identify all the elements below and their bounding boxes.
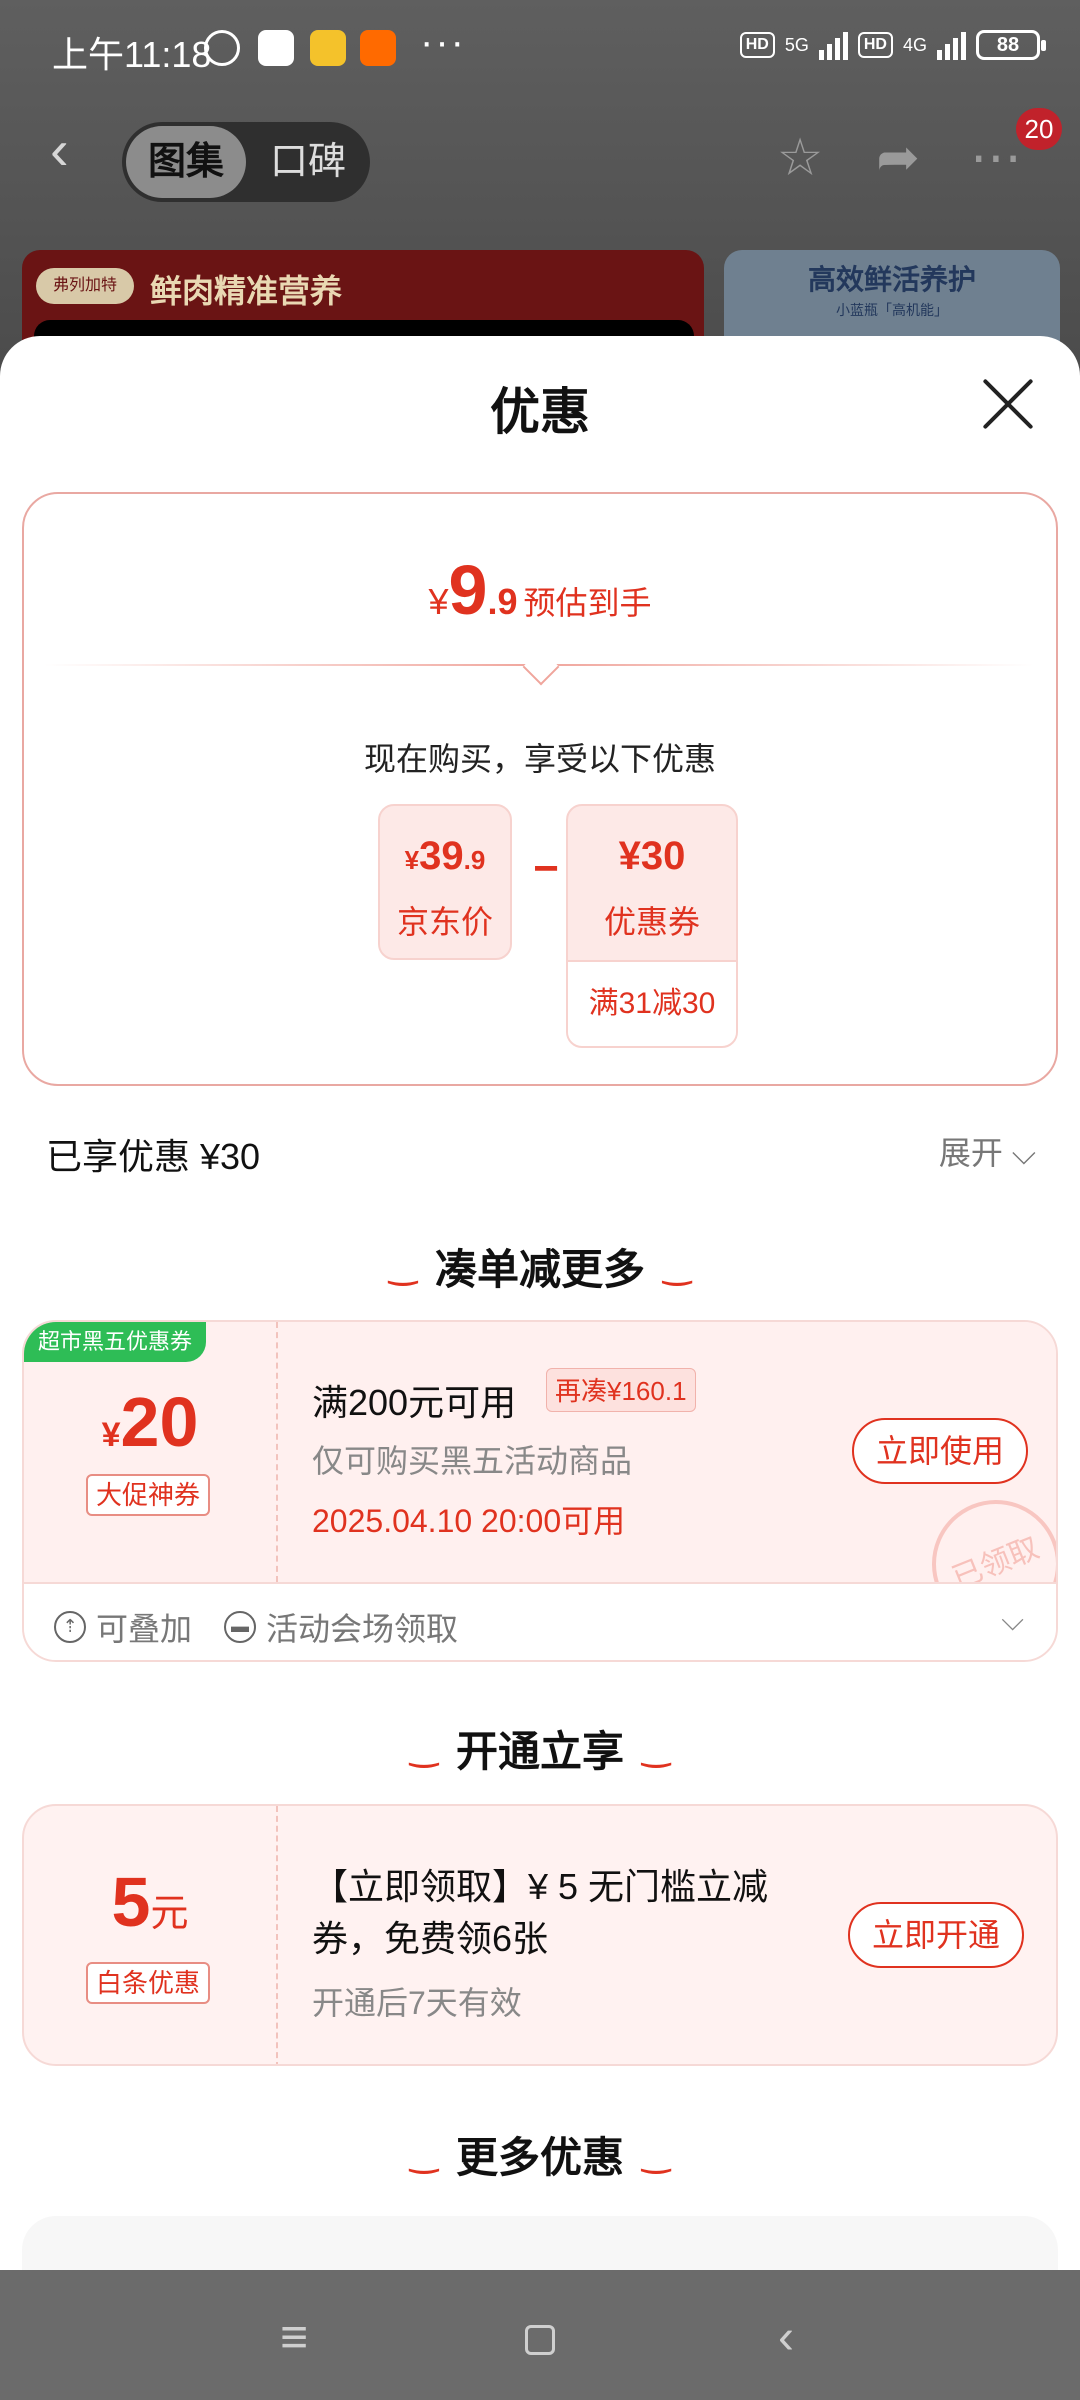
- coupon-type-tag: 大促神券: [86, 1474, 211, 1516]
- smile-icon: ‿: [663, 1248, 692, 1286]
- activate-now-button[interactable]: 立即开通: [848, 1902, 1024, 1968]
- network-4g-label: 4G: [902, 34, 927, 55]
- jd-price-box: ¥39.9 京东价: [378, 804, 512, 960]
- section3-title-text: 更多优惠: [455, 2134, 624, 2181]
- jd-price-value: ¥39.9: [404, 834, 486, 878]
- stackable-label: 可叠加: [96, 1611, 193, 1647]
- smile-icon: ‿: [642, 2136, 671, 2174]
- coupon-ribbon: 超市黑五优惠券: [24, 1322, 207, 1362]
- baitiao-amount: 5元: [111, 1863, 189, 1941]
- hd-icon: HD: [739, 32, 775, 58]
- section-title-activate: ‿ 开通立享 ‿: [0, 1718, 1080, 1779]
- baitiao-title-line2: 券，免费领6张: [312, 1918, 549, 1959]
- banner-right-title: 高效鲜活养护: [807, 264, 976, 295]
- mi-app-icon: [360, 30, 396, 66]
- estimate-integer: 9: [448, 551, 488, 629]
- tab-reviews[interactable]: 口碑: [256, 126, 360, 198]
- smile-icon: ‿: [409, 1730, 438, 1768]
- estimate-currency: ¥: [428, 581, 449, 622]
- section1-title-text: 凑单减更多: [434, 1246, 645, 1293]
- coupon-title: 满200元可用: [312, 1382, 517, 1423]
- estimated-price: ¥9.9 预估到手: [24, 550, 1056, 630]
- coupon-card-black-friday: 超市黑五优惠券 ¥20 大促神券 满200元可用 再凑¥160.1 仅可购买黑五…: [22, 1320, 1058, 1662]
- network-5g-label: 5G: [784, 34, 809, 55]
- back-nav-icon[interactable]: ‹: [746, 2298, 826, 2378]
- coupon-card-baitiao: 5元 白条优惠 【立即领取】¥ 5 无门槛立减 券，免费领6张 开通后7天有效 …: [22, 1804, 1058, 2066]
- back-icon[interactable]: ‹: [50, 122, 94, 178]
- hd-icon-2: HD: [857, 32, 893, 58]
- jd-price-label: 京东价: [396, 904, 493, 940]
- coupon-footer: ⇡ 可叠加 ▬ 活动会场领取 ⌵: [24, 1582, 1056, 1660]
- estimate-decimal: .9: [487, 581, 518, 622]
- stack-icon: ⇡: [54, 1611, 86, 1643]
- coupon-body: 超市黑五优惠券 ¥20 大促神券 满200元可用 再凑¥160.1 仅可购买黑五…: [24, 1322, 1056, 1648]
- now-purchase-text: 现在购买，享受以下优惠: [363, 741, 716, 777]
- cart-count-badge: 20: [1016, 108, 1062, 150]
- section-title-more-offers: ‿ 更多优惠 ‿: [0, 2124, 1080, 2185]
- signal-icon-2: [937, 30, 966, 60]
- coupon-discount-value: ¥30: [618, 834, 686, 878]
- banner-slogan: 鲜肉精准营养: [150, 273, 343, 309]
- sheet-title: 优惠: [490, 384, 590, 440]
- top-nav: ‹ 图集 口碑 ☆ ➦ ⋯: [0, 100, 1080, 202]
- app-notification-icon-2: [310, 30, 346, 66]
- home-icon[interactable]: [500, 2298, 580, 2378]
- tab-gallery[interactable]: 图集: [126, 126, 246, 198]
- minus-sign: −: [533, 844, 559, 893]
- menu-icon[interactable]: ≡: [254, 2298, 334, 2378]
- stackable-meta: ⇡ 可叠加: [54, 1604, 192, 1650]
- baitiao-title-line1: 【立即领取】¥ 5 无门槛立减: [312, 1866, 769, 1907]
- smile-icon: ‿: [642, 1730, 671, 1768]
- estimate-label: 预估到手: [523, 585, 652, 621]
- close-icon[interactable]: [980, 376, 1036, 432]
- use-now-button[interactable]: 立即使用: [852, 1418, 1028, 1484]
- smile-icon: ‿: [409, 2136, 438, 2174]
- favorite-star-icon[interactable]: ☆: [770, 128, 830, 188]
- discount-sheet: 优惠 ¥9.9 预估到手 现在购买，享受以下优惠 ¥39.9 京东价 − ¥30 …: [0, 336, 1080, 2270]
- coupon-rule: 满31减30: [568, 962, 736, 1046]
- price-summary-card: ¥9.9 预估到手 现在购买，享受以下优惠 ¥39.9 京东价 − ¥30 优惠券…: [22, 492, 1058, 1086]
- venue-label: 活动会场领取: [266, 1611, 459, 1647]
- status-right: HD 5G HD 4G 88: [739, 30, 1046, 60]
- brand-logo: 弗列加特: [36, 268, 134, 304]
- battery-icon: 88: [976, 30, 1046, 60]
- alarm-icon: [204, 30, 240, 66]
- baitiao-desc: 开通后7天有效: [312, 1985, 522, 2021]
- venue-meta: ▬ 活动会场领取: [224, 1604, 458, 1650]
- coupon-discount-label: 优惠券: [603, 904, 700, 940]
- section2-title-text: 开通立享: [455, 1728, 624, 1775]
- coupon-divider: [276, 1806, 278, 2064]
- coupon-divider: [276, 1322, 278, 1582]
- baitiao-type-tag: 白条优惠: [86, 1962, 211, 2004]
- banner-right-subtitle: 小蓝瓶「高机能」: [836, 302, 948, 318]
- recoup-amount-tag: 再凑¥160.1: [546, 1368, 696, 1412]
- ticket-icon: ▬: [224, 1611, 256, 1643]
- signal-icon: [818, 30, 848, 60]
- coupon-time: 2025.04.10 20:00可用: [312, 1503, 626, 1539]
- section-title-more-savings: ‿ 凑单减更多 ‿: [0, 1236, 1080, 1297]
- smile-icon: ‿: [388, 1248, 417, 1286]
- expand-button[interactable]: 展开 ⌵: [939, 1128, 1036, 1174]
- coupon-discount-box: ¥30 优惠券 满31减30: [566, 804, 738, 1048]
- system-nav-bar: ≡ ‹: [0, 2270, 1080, 2400]
- status-bar: 上午11:18 ··· HD 5G HD 4G 88: [0, 0, 1080, 96]
- coupon-desc: 仅可购买黑五活动商品: [312, 1443, 633, 1479]
- coupon-amount: ¥20: [101, 1383, 199, 1461]
- enjoyed-discount: 已享优惠 ¥30: [46, 1136, 261, 1177]
- more-notifications-icon: ···: [420, 20, 466, 64]
- share-icon[interactable]: ➦: [868, 128, 928, 188]
- divider-notch: [522, 648, 560, 686]
- tab-switcher: 图集 口碑: [122, 122, 370, 202]
- chevron-down-icon[interactable]: ⌵: [1001, 1604, 1024, 1638]
- coupon-card-partial: [22, 2216, 1058, 2270]
- app-notification-icon: [258, 30, 294, 66]
- status-time: 上午11:18: [52, 34, 212, 75]
